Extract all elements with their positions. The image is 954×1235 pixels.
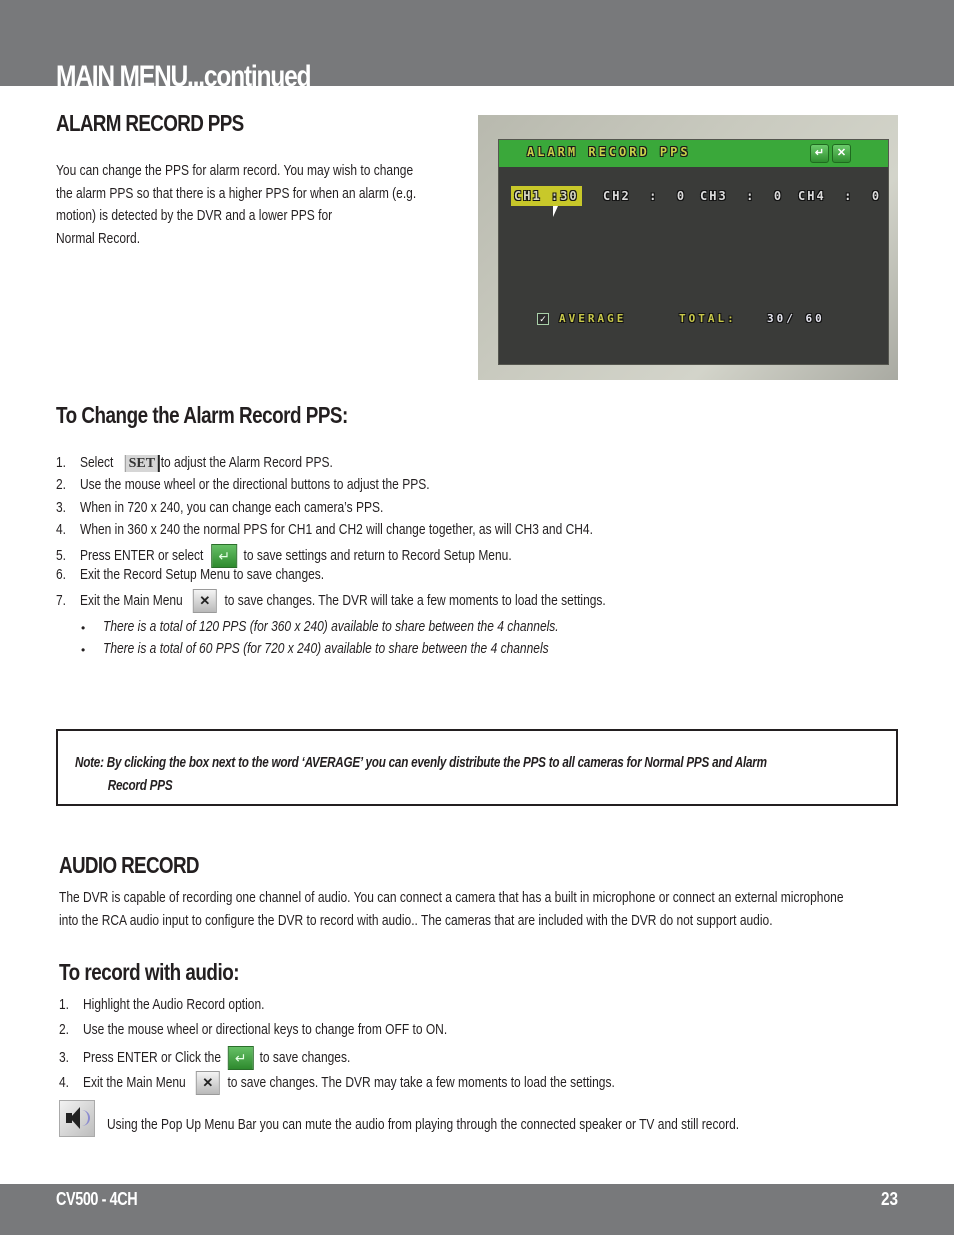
step-text: Press ENTER or select: [80, 546, 204, 564]
dvr-channel-ch4[interactable]: CH4 : 0: [798, 189, 881, 203]
pps-note-bullet: There is a total of 60 PPS (for 720 x 24…: [103, 640, 549, 657]
speaker-icon: [59, 1100, 95, 1137]
bullet-icon: •: [81, 621, 86, 635]
mute-note: Using the Pop Up Menu Bar you can mute t…: [107, 1116, 740, 1133]
channel-label: CH1: [514, 189, 542, 203]
step-number: 1.: [56, 454, 67, 471]
footer-model: CV500 - 4CH: [56, 1189, 138, 1209]
note-text: Note: By clicking the box next to the wo…: [75, 751, 767, 797]
audio-record-description: The DVR is capable of recording one chan…: [59, 887, 844, 932]
page-number: 23: [880, 1189, 898, 1209]
list-item: 4. When in 360 x 240 the normal PPS for C…: [56, 521, 593, 539]
step-number: 6.: [56, 566, 67, 583]
step-number: 5.: [56, 546, 67, 564]
channel-label: CH4: [798, 189, 826, 203]
list-item: 7. Exit the Main Menu ✕ to save changes. T…: [56, 589, 606, 613]
total-label: TOTAL:: [679, 312, 737, 325]
header-band: MAIN MENU...continued: [0, 0, 954, 86]
dvr-titlebar: ALARM RECORD PPS ↵ ✕: [499, 140, 888, 167]
description-line: the alarm PPS so that there is a higher …: [56, 184, 417, 202]
list-item: 2. Use the mouse wheel or the directional…: [56, 476, 430, 494]
section-heading-audio-record: AUDIO RECORD: [59, 852, 200, 878]
subheading-record-with-audio: To record with audio:: [59, 959, 240, 985]
list-item: 3. When in 720 x 240, you can change each…: [56, 499, 383, 517]
channel-separator: :: [746, 189, 756, 203]
step-text: to adjust the Alarm Record PPS.: [160, 454, 333, 471]
close-icon: ✕: [195, 1071, 220, 1095]
mouse-cursor-icon: [553, 206, 558, 217]
average-checkbox[interactable]: ✓: [537, 313, 549, 325]
list-item: 6. Exit the Record Setup Menu to save cha…: [56, 566, 324, 584]
description-line: into the RCA audio input to configure th…: [59, 911, 773, 929]
bullet-icon: •: [81, 643, 86, 657]
step-text: to save changes.: [259, 1048, 351, 1066]
dvr-alarm-record-pps-panel: ALARM RECORD PPS ↵ ✕ CH1 :30 CH2 : 0 CH3…: [498, 139, 889, 365]
channel-separator: :: [844, 189, 854, 203]
step-number: 3.: [56, 499, 67, 516]
list-item: 1. Highlight the Audio Record option.: [59, 996, 264, 1014]
enter-icon: ↵: [211, 544, 238, 568]
close-icon[interactable]: ✕: [832, 144, 851, 163]
step-number: 4.: [59, 1073, 70, 1091]
subheading-change-pps: To Change the Alarm Record PPS:: [56, 402, 348, 428]
pps-note-bullet: There is a total of 120 PPS (for 360 x 2…: [103, 618, 559, 635]
step-number: 7.: [56, 591, 67, 609]
channel-value: 0: [676, 189, 687, 203]
step-number: 3.: [59, 1048, 70, 1066]
speaker-cone: [70, 1107, 80, 1129]
note-line: Note: By clicking the box next to the wo…: [75, 754, 767, 771]
total-value: 30/ 60: [767, 312, 825, 325]
set-icon: SET: [124, 454, 160, 472]
step-text: Use the mouse wheel or directional keys …: [83, 1021, 448, 1038]
step-text: Press ENTER or Click the: [83, 1048, 222, 1066]
section-heading-alarm-record-pps: ALARM RECORD PPS: [56, 110, 244, 136]
page-title: MAIN MENU...continued: [56, 60, 312, 86]
step-text: Use the mouse wheel or the directional b…: [80, 476, 430, 493]
channel-label: CH2: [603, 189, 631, 203]
channel-value: 0: [773, 189, 784, 203]
channel-separator: :: [550, 189, 561, 203]
average-label: AVERAGE: [559, 312, 627, 325]
speaker-wave: [80, 1110, 90, 1126]
dvr-screenshot: ALARM RECORD PPS ↵ ✕ CH1 :30 CH2 : 0 CH3…: [478, 115, 898, 380]
step-text: Exit the Main Menu: [80, 591, 183, 609]
channel-value: 30: [560, 189, 579, 203]
footer-band: CV500 - 4CH 23: [0, 1184, 954, 1235]
dvr-channel-ch1[interactable]: CH1 :30: [511, 186, 582, 206]
description-line: You can change the PPS for alarm record.…: [56, 162, 414, 179]
channel-label: CH3: [700, 189, 728, 203]
list-item: 2. Use the mouse wheel or directional key…: [59, 1021, 447, 1039]
description-line: The DVR is capable of recording one chan…: [59, 889, 844, 906]
dvr-channel-ch2[interactable]: CH2 : 0: [603, 189, 686, 203]
step-number: 1.: [59, 996, 70, 1013]
list-item: 4. Exit the Main Menu ✕ to save changes. T…: [59, 1071, 615, 1095]
enter-icon: ↵: [227, 1046, 254, 1070]
step-number: 2.: [56, 476, 67, 493]
step-text: When in 360 x 240 the normal PPS for CH1…: [80, 521, 593, 538]
step-text: Highlight the Audio Record option.: [83, 996, 265, 1013]
channel-separator: :: [649, 189, 659, 203]
list-item: 1. Select SET to adjust the Alarm Record P…: [56, 454, 333, 472]
channel-value: 0: [871, 189, 882, 203]
alarm-record-description: You can change the PPS for alarm record.…: [56, 160, 416, 250]
description-line: Normal Record.: [56, 229, 141, 247]
note-line: Record PPS: [107, 777, 173, 794]
step-text: When in 720 x 240, you can change each c…: [80, 499, 384, 516]
list-item: 3. Press ENTER or Click the ↵ to save chan…: [59, 1046, 350, 1070]
step-text: Exit the Main Menu: [83, 1073, 186, 1091]
close-icon: ✕: [192, 589, 217, 613]
step-text: Exit the Record Setup Menu to save chang…: [80, 566, 325, 583]
step-text: to save settings and return to Record Se…: [243, 546, 512, 564]
step-text: to save changes. The DVR will take a few…: [224, 591, 606, 609]
step-text: Select: [80, 454, 114, 471]
note-box: Note: By clicking the box next to the wo…: [56, 729, 898, 806]
dvr-title: ALARM RECORD PPS: [527, 145, 691, 159]
step-text: to save changes. The DVR may take a few …: [227, 1073, 615, 1091]
dvr-channel-ch3[interactable]: CH3 : 0: [700, 189, 783, 203]
enter-icon[interactable]: ↵: [810, 144, 829, 163]
step-number: 2.: [59, 1021, 70, 1038]
list-item: 5. Press ENTER or select ↵ to save setting…: [56, 544, 512, 568]
step-number: 4.: [56, 521, 67, 538]
description-line: motion) is detected by the DVR and a low…: [56, 207, 333, 225]
